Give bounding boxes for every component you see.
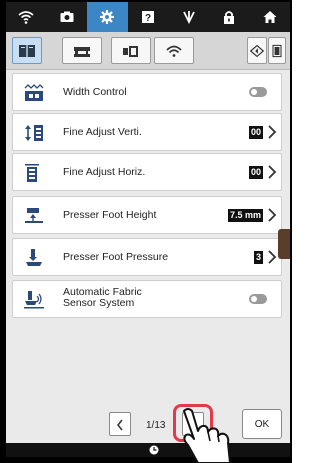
width-control-icon [24, 84, 44, 101]
setting-label: Presser Foot Height [63, 209, 157, 221]
wireless-tab[interactable] [154, 37, 194, 64]
sewing-settings-tab[interactable] [62, 37, 102, 64]
book-icon [19, 44, 35, 57]
page-tab[interactable] [268, 37, 286, 64]
width-control-toggle[interactable] [249, 87, 267, 97]
machine-settings-tab[interactable] [12, 37, 42, 64]
reset-settings-tab[interactable] [247, 37, 267, 64]
setting-label: Width Control [63, 86, 127, 98]
help-icon[interactable]: ? [128, 2, 169, 32]
setting-row-automatic-fabric-sensor[interactable]: Automatic Fabric Sensor System [12, 280, 282, 318]
previous-page-button[interactable] [109, 412, 131, 436]
setting-label: Fine Adjust Verti. [63, 126, 142, 138]
setting-value: 00 [248, 126, 263, 139]
side-handle [278, 229, 290, 259]
thread-icon[interactable] [168, 2, 209, 32]
settings-icon[interactable] [87, 2, 128, 32]
setting-row-fine-adjust-vertical[interactable]: Fine Adjust Verti. 00 [12, 113, 282, 151]
chevron-right-icon[interactable] [267, 123, 277, 141]
setting-row-presser-foot-height[interactable]: Presser Foot Height 7.5 mm [12, 196, 282, 234]
pointing-hand-icon [183, 408, 231, 463]
setting-value: 3 [253, 251, 263, 264]
clock-icon[interactable] [149, 445, 159, 455]
chevron-right-icon[interactable] [267, 248, 277, 266]
chevron-right-icon[interactable] [267, 163, 277, 181]
category-tab-row [6, 32, 290, 70]
setting-value: 7.5 mm [227, 209, 263, 222]
top-bar: ? [6, 2, 290, 32]
fabric-sensor-toggle[interactable] [249, 294, 267, 304]
presser-foot-pressure-icon [26, 249, 42, 266]
setting-label: Automatic Fabric Sensor System [63, 287, 142, 309]
chevron-right-icon[interactable] [267, 206, 277, 224]
fine-adjust-horizontal-icon [25, 164, 39, 182]
diamond-icon [249, 44, 265, 57]
chevron-left-icon [117, 419, 123, 431]
setting-row-fine-adjust-horizontal[interactable]: Fine Adjust Horiz. 00 [12, 153, 282, 191]
fabric-sensor-icon [24, 291, 44, 309]
wifi-icon[interactable] [6, 2, 47, 32]
setting-label: Presser Foot Pressure [63, 251, 169, 263]
home-icon[interactable] [249, 2, 290, 32]
bottom-bar [6, 443, 290, 457]
setting-row-width-control[interactable]: Width Control [12, 73, 282, 111]
camera-icon[interactable] [47, 2, 88, 32]
screen: ? Width Control Fine Adjust Verti. 00 Fi… [6, 2, 290, 457]
setting-row-presser-foot-pressure[interactable]: Presser Foot Pressure 3 [12, 238, 282, 276]
svg-text:?: ? [145, 13, 151, 24]
lock-icon[interactable] [209, 2, 250, 32]
setting-value: 00 [248, 166, 263, 179]
embroidery-icon [123, 45, 138, 57]
setting-label: Fine Adjust Horiz. [63, 166, 146, 178]
ok-button[interactable]: OK [242, 409, 282, 439]
fine-adjust-vertical-icon [25, 125, 43, 141]
wifi-tab-icon [166, 45, 182, 57]
device-frame: ? Width Control Fine Adjust Verti. 00 Fi… [0, 0, 292, 463]
presser-foot-height-icon [25, 208, 43, 223]
sewing-machine-icon [74, 46, 90, 57]
page-indicator: 1/13 [146, 420, 166, 431]
embroidery-settings-tab[interactable] [111, 37, 151, 64]
document-icon [272, 44, 282, 57]
setting-label-line2: Sensor System [63, 297, 135, 309]
